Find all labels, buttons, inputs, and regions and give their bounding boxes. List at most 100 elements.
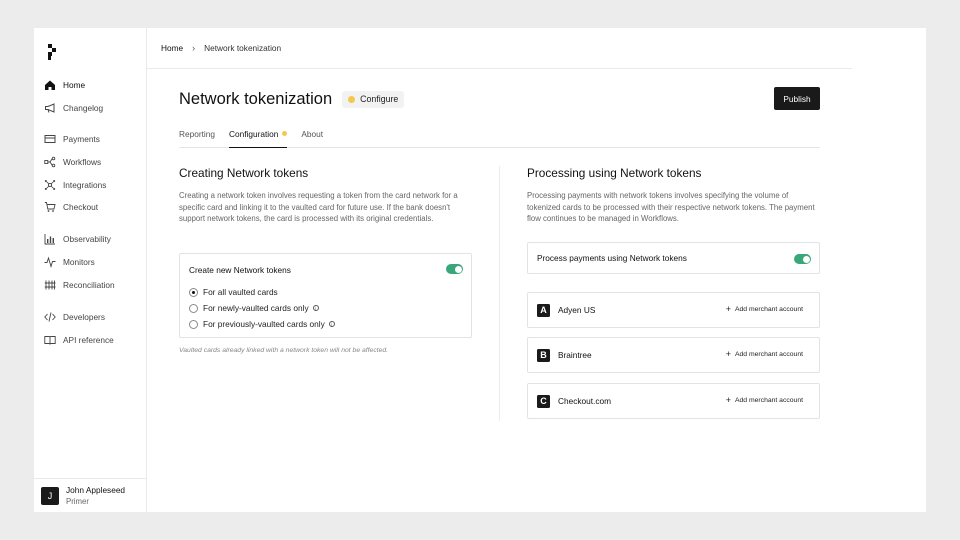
section-description: Creating a network token involves reques… — [179, 191, 458, 223]
sidebar-item-label: Observability — [63, 234, 111, 245]
nav-group-insights: Observability Monitors Reconciliation — [34, 228, 147, 296]
radio-newly-vaulted[interactable]: For newly-vaulted cards only i — [189, 303, 319, 313]
primer-logo-icon[interactable] — [46, 43, 60, 61]
sidebar-item-monitors[interactable]: Monitors — [34, 251, 147, 274]
provider-name: Checkout.com — [558, 396, 612, 406]
tab-label: Configuration — [228, 129, 279, 139]
nav-group-products: Payments Workflows Integrations Checkout — [34, 128, 147, 219]
radio-label: For all vaulted cards — [203, 287, 278, 297]
page-title: Network tokenization — [179, 89, 333, 108]
sidebar-item-workflows[interactable]: Workflows — [34, 151, 147, 174]
process-payments-label: Process payments using Network tokens — [537, 253, 687, 263]
publish-button[interactable]: Publish — [774, 87, 820, 110]
app-frame: Home Changelog Payments Workflows Integr… — [34, 28, 926, 512]
avatar: J — [41, 486, 59, 505]
title-row: Network tokenization Configure Publish — [179, 87, 820, 111]
footnote: Vaulted cards already linked with a netw… — [179, 347, 389, 354]
radio-label: For previously-vaulted cards only — [203, 319, 325, 329]
breadcrumb-current: Network tokenization — [204, 43, 282, 53]
nav-group-main: Home Changelog — [34, 74, 147, 119]
provider-name: Adyen US — [558, 305, 596, 315]
status-badge: Configure — [342, 90, 405, 108]
sidebar-item-label: Home — [63, 80, 86, 91]
checkout-logo-icon: C — [537, 394, 550, 408]
status-badge-label: Configure — [360, 94, 399, 104]
provider-name: Braintree — [558, 350, 592, 360]
add-merchant-account-label: Add merchant account — [734, 305, 803, 313]
sidebar-item-label: Checkout — [63, 202, 99, 213]
process-payments-card: Process payments using Network tokens — [527, 242, 820, 274]
sidebar-item-payments[interactable]: Payments — [34, 128, 147, 151]
nav-group-dev: Developers API reference — [34, 306, 147, 351]
reconciliation-icon — [44, 279, 56, 291]
sidebar-item-observability[interactable]: Observability — [34, 228, 147, 251]
radio-all-vaulted[interactable]: For all vaulted cards — [189, 287, 278, 297]
status-dot-icon — [348, 95, 356, 103]
chevron-right-icon: › — [192, 43, 196, 53]
tab-bar: Reporting Configuration About — [179, 127, 820, 148]
provider-card-adyen: A Adyen US + Add merchant account — [527, 292, 820, 328]
sidebar-item-label: Workflows — [63, 157, 102, 168]
home-icon — [44, 79, 56, 91]
sidebar-item-label: Changelog — [63, 103, 104, 114]
provider-card-checkout: C Checkout.com + Add merchant account — [527, 383, 820, 419]
cart-icon — [44, 201, 56, 213]
breadcrumb: Home › Network tokenization — [147, 28, 852, 69]
sidebar-item-api-reference[interactable]: API reference — [34, 329, 147, 352]
sidebar-item-home[interactable]: Home — [34, 74, 147, 97]
braintree-logo-icon: B — [537, 348, 550, 362]
plus-icon: + — [725, 349, 731, 359]
sidebar-item-label: Payments — [63, 134, 100, 145]
integrations-icon — [44, 179, 56, 191]
section-title: Processing using Network tokens — [527, 166, 702, 180]
tab-reporting[interactable]: Reporting — [179, 127, 215, 148]
sidebar-item-label: Reconciliation — [63, 279, 115, 290]
processing-section: Processing using Network tokens Processi… — [527, 166, 820, 419]
user-profile[interactable]: J John Appleseed Primer — [34, 478, 147, 512]
tab-label: About — [301, 129, 324, 139]
tab-about[interactable]: About — [301, 127, 323, 148]
create-tokens-toggle[interactable] — [446, 264, 463, 274]
radio-button[interactable] — [189, 319, 198, 329]
card-icon — [44, 133, 56, 145]
sidebar-item-label: API reference — [63, 335, 114, 346]
pulse-icon — [44, 256, 56, 269]
tab-configuration[interactable]: Configuration — [228, 127, 288, 148]
column-divider — [499, 166, 500, 421]
adyen-logo-icon: A — [537, 303, 550, 317]
radio-previously-vaulted[interactable]: For previously-vaulted cards only i — [189, 319, 335, 329]
sidebar-item-checkout[interactable]: Checkout — [34, 196, 147, 219]
add-merchant-account-label: Add merchant account — [734, 396, 803, 404]
code-icon — [44, 311, 56, 323]
sidebar-item-label: Monitors — [63, 257, 95, 268]
add-merchant-account-button[interactable]: + Add merchant account — [725, 304, 803, 314]
radio-button[interactable] — [189, 303, 198, 313]
creating-section: Creating Network tokens Creating a netwo… — [179, 166, 472, 354]
add-merchant-account-button[interactable]: + Add merchant account — [725, 349, 803, 359]
sidebar-item-reconciliation[interactable]: Reconciliation — [34, 273, 147, 296]
create-tokens-card: Create new Network tokens For all vaulte… — [179, 253, 472, 338]
megaphone-icon — [44, 102, 56, 114]
sidebar-item-integrations[interactable]: Integrations — [34, 173, 147, 196]
sidebar-item-developers[interactable]: Developers — [34, 306, 147, 329]
breadcrumb-home-link[interactable]: Home — [161, 43, 183, 53]
sidebar: Home Changelog Payments Workflows Integr… — [34, 28, 147, 512]
user-name: John Appleseed — [66, 484, 126, 495]
provider-card-braintree: B Braintree + Add merchant account — [527, 337, 820, 373]
section-description: Processing payments with network tokens … — [527, 191, 815, 223]
radio-button[interactable] — [189, 287, 198, 297]
bar-chart-icon — [44, 233, 56, 245]
book-icon — [44, 334, 56, 346]
add-merchant-account-label: Add merchant account — [734, 350, 803, 358]
add-merchant-account-button[interactable]: + Add merchant account — [725, 395, 803, 405]
workflow-icon — [44, 156, 56, 168]
section-title: Creating Network tokens — [179, 166, 309, 180]
plus-icon: + — [725, 304, 731, 314]
plus-icon: + — [725, 395, 731, 405]
info-icon[interactable]: i — [312, 305, 319, 311]
info-icon[interactable]: i — [328, 321, 335, 327]
tab-label: Reporting — [179, 129, 215, 139]
card-title: Create new Network tokens — [189, 265, 291, 275]
process-payments-toggle[interactable] — [794, 254, 811, 264]
sidebar-item-changelog[interactable]: Changelog — [34, 97, 147, 120]
